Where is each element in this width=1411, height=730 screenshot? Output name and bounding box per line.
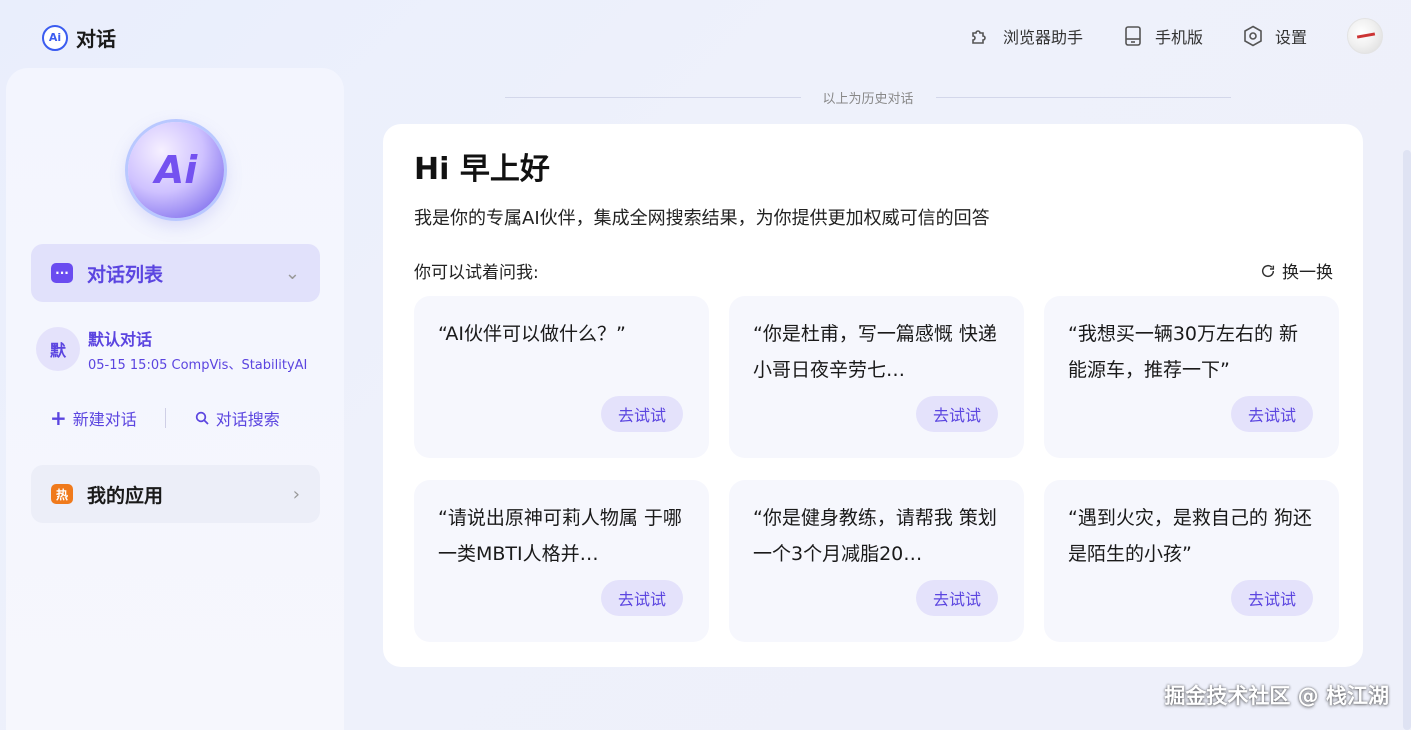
divider	[164, 408, 166, 428]
history-label: 以上为历史对话	[822, 92, 914, 107]
prompt-card[interactable]: “AI伙伴可以做什么？” 去试试	[414, 296, 709, 458]
chevron-right-icon: ›	[292, 483, 300, 505]
sidebar: Ai ··· 对话列表 ⌄ 默 默认对话 05-15 15:05 CompVis…	[6, 68, 344, 730]
prompt-card[interactable]: “我想买一辆30万左右的 新能源车，推荐一下” 去试试	[1044, 296, 1339, 458]
my-apps-label: 我的应用	[87, 484, 164, 507]
settings-label: 设置	[1274, 28, 1307, 47]
prompt-text: “我想买一辆30万左右的 新能源车，推荐一下”	[1068, 323, 1299, 381]
ai-orb-text: Ai	[154, 148, 198, 192]
hot-icon: 热	[51, 484, 73, 504]
top-bar: Ai 对话 浏览器助手 手机版 设置	[0, 0, 1411, 72]
search-chat-label: 对话搜索	[215, 410, 280, 429]
chevron-down-icon: ⌄	[284, 262, 300, 284]
conversation-meta: 05-15 15:05 CompVis、StabilityAI	[88, 357, 308, 373]
new-chat-label: 新建对话	[72, 410, 137, 429]
search-chat-button[interactable]: 对话搜索	[194, 406, 280, 430]
conversation-text: 默认对话 05-15 15:05 CompVis、StabilityAI	[88, 326, 318, 373]
try-button[interactable]: 去试试	[916, 396, 998, 432]
chat-bubble-icon: ···	[51, 263, 73, 283]
plus-icon: +	[50, 406, 67, 430]
mobile-version-button[interactable]: 手机版	[1121, 24, 1203, 48]
user-avatar[interactable]	[1347, 18, 1383, 54]
top-actions: 浏览器助手 手机版 设置	[931, 18, 1383, 54]
prompt-card[interactable]: “遇到火灾，是救自己的 狗还是陌生的小孩” 去试试	[1044, 480, 1339, 642]
mobile-icon	[1125, 26, 1141, 46]
try-label: 你可以试着问我:	[414, 263, 539, 283]
mobile-version-label: 手机版	[1154, 28, 1203, 47]
prompt-text: “请说出原神可莉人物属 于哪一类MBTI人格并…	[438, 507, 682, 565]
separator-line-left	[505, 97, 801, 98]
settings-button[interactable]: 设置	[1241, 24, 1307, 48]
brand[interactable]: Ai 对话	[42, 23, 116, 52]
footer-watermark: 掘金技术社区 @ 栈江湖	[1164, 684, 1389, 708]
prompt-card[interactable]: “请说出原神可莉人物属 于哪一类MBTI人格并… 去试试	[414, 480, 709, 642]
history-separator: 以上为历史对话	[505, 88, 1232, 107]
refresh-button[interactable]: 换一换	[1260, 258, 1333, 283]
sidebar-actions: + 新建对话 对话搜索	[50, 406, 280, 430]
chat-list-header[interactable]: ··· 对话列表 ⌄	[31, 244, 320, 302]
puzzle-icon	[972, 30, 986, 44]
prompt-grid: “AI伙伴可以做什么？” 去试试 “你是杜甫，写一篇感慨 快递小哥日夜辛劳七… …	[414, 296, 1341, 642]
refresh-label: 换一换	[1282, 263, 1333, 283]
try-button[interactable]: 去试试	[1231, 396, 1313, 432]
try-button[interactable]: 去试试	[601, 580, 683, 616]
browser-assistant-label: 浏览器助手	[1002, 28, 1083, 47]
welcome-card: Hi 早上好 我是你的专属AI伙伴，集成全网搜索结果，为你提供更加权威可信的回答…	[383, 124, 1363, 667]
chat-list-label: 对话列表	[87, 263, 164, 286]
prompt-text: “你是杜甫，写一篇感慨 快递小哥日夜辛劳七…	[753, 323, 997, 381]
gear-icon	[1244, 25, 1262, 47]
ai-orb-logo: Ai	[128, 122, 224, 218]
brand-title: 对话	[76, 27, 116, 51]
prompt-text: “你是健身教练，请帮我 策划一个3个月减脂20…	[753, 507, 997, 565]
try-button[interactable]: 去试试	[916, 580, 998, 616]
conversation-avatar: 默	[36, 327, 80, 371]
browser-assistant-button[interactable]: 浏览器助手	[969, 24, 1083, 48]
greeting: Hi 早上好	[414, 152, 550, 187]
my-apps-header[interactable]: 热 我的应用 ›	[31, 465, 320, 523]
ai-logo-icon: Ai	[42, 24, 68, 51]
conversation-title: 默认对话	[88, 329, 153, 349]
try-button[interactable]: 去试试	[1231, 580, 1313, 616]
scrollbar[interactable]	[1403, 150, 1411, 730]
prompt-text: “遇到火灾，是救自己的 狗还是陌生的小孩”	[1068, 507, 1312, 565]
prompt-text: “AI伙伴可以做什么？”	[438, 323, 626, 345]
prompt-card[interactable]: “你是杜甫，写一篇感慨 快递小哥日夜辛劳七… 去试试	[729, 296, 1024, 458]
prompt-card[interactable]: “你是健身教练，请帮我 策划一个3个月减脂20… 去试试	[729, 480, 1024, 642]
intro-text: 我是你的专属AI伙伴，集成全网搜索结果，为你提供更加权威可信的回答	[414, 208, 990, 229]
conversation-item[interactable]: 默 默认对话 05-15 15:05 CompVis、StabilityAI	[36, 324, 326, 374]
new-chat-button[interactable]: + 新建对话	[50, 406, 137, 430]
separator-line-right	[935, 97, 1232, 98]
search-icon	[195, 411, 209, 425]
try-button[interactable]: 去试试	[601, 396, 683, 432]
refresh-icon	[1261, 264, 1275, 277]
